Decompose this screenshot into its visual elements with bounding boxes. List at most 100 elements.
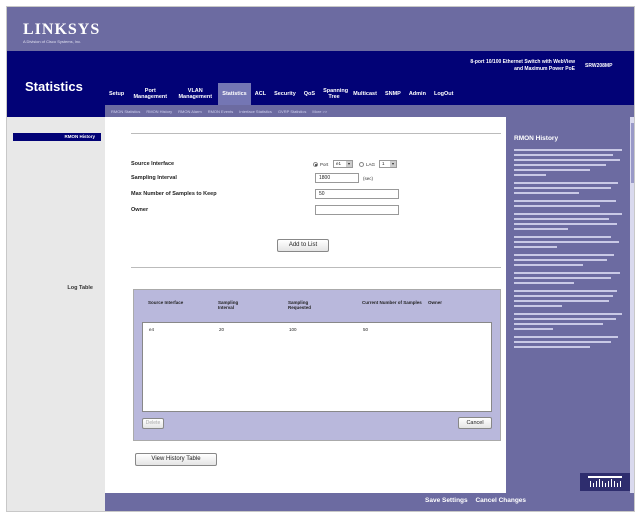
- header-brand-bar: LINKSYS A Division of Cisco Systems, Inc…: [7, 7, 634, 51]
- tab-acl[interactable]: ACL: [251, 91, 270, 97]
- tab-port-management[interactable]: Port Management: [128, 88, 172, 100]
- cell-current-samples: 50: [363, 327, 369, 332]
- add-to-list-button[interactable]: Add to List: [277, 239, 329, 252]
- tab-multicast[interactable]: Multicast: [349, 91, 381, 97]
- col-owner: Owner: [428, 300, 443, 305]
- linksys-logo: LINKSYS: [23, 21, 101, 38]
- port-select[interactable]: e1 ▾: [333, 160, 353, 168]
- sampling-interval-input[interactable]: 1800: [315, 173, 359, 183]
- col-sampling-requested: Sampling Requested: [288, 300, 312, 310]
- help-line: [514, 213, 622, 215]
- help-text: [514, 149, 622, 351]
- cancel-changes-link[interactable]: Cancel Changes: [475, 497, 526, 504]
- logo-tagline: A Division of Cisco Systems, Inc.: [23, 39, 82, 44]
- subtab-gvrp-statistics[interactable]: GVRP Statistics: [278, 109, 306, 114]
- navigation-area: 8-port 10/100 Ethernet Switch with WebVi…: [105, 51, 634, 117]
- view-history-table-button[interactable]: View History Table: [135, 453, 217, 466]
- help-line: [514, 305, 562, 307]
- sub-tabs: RMON Statistics RMON History RMON Alarm …: [105, 105, 634, 117]
- left-nav-rmon-history[interactable]: RMON History: [13, 133, 101, 141]
- cell-sampling-interval: 20: [219, 327, 225, 332]
- help-line: [514, 205, 601, 207]
- port-radio[interactable]: [313, 162, 318, 167]
- help-line: [514, 228, 568, 230]
- divider: [131, 267, 501, 268]
- subtab-rmon-alarm[interactable]: RMON Alarm: [178, 109, 202, 114]
- help-line: [514, 282, 575, 284]
- model-number: SRW208MP: [585, 63, 613, 69]
- left-column: RMON History Log Table: [7, 117, 105, 511]
- tab-statistics[interactable]: Statistics: [218, 83, 251, 105]
- cancel-button[interactable]: Cancel: [458, 417, 492, 429]
- save-settings-link[interactable]: Save Settings: [425, 497, 468, 504]
- sampling-interval-label: Sampling Interval: [131, 175, 177, 181]
- subtab-interface-statistics[interactable]: Interface Statistics: [239, 109, 272, 114]
- chevron-down-icon: ▾: [346, 161, 352, 167]
- sampling-interval-unit: (sec): [363, 176, 373, 181]
- port-radio-label: Port: [320, 162, 329, 167]
- help-line: [514, 246, 558, 248]
- max-samples-input[interactable]: 50: [315, 189, 399, 199]
- tab-snmp[interactable]: SNMP: [381, 91, 405, 97]
- help-line: [514, 300, 610, 302]
- help-line: [514, 341, 612, 343]
- scrollbar-thumb[interactable]: [631, 123, 634, 183]
- help-line: [514, 174, 547, 176]
- help-line: [514, 277, 612, 279]
- tab-logout[interactable]: LogOut: [430, 91, 458, 97]
- help-line: [514, 259, 607, 261]
- tab-qos[interactable]: QoS: [300, 91, 319, 97]
- help-scrollbar[interactable]: [630, 117, 634, 493]
- help-line: [514, 236, 612, 238]
- col-source-interface: Source Interface: [148, 300, 184, 305]
- lag-radio-label: LAG: [366, 162, 376, 167]
- port-select-value: e1: [336, 161, 342, 166]
- cell-sampling-requested: 100: [289, 327, 297, 332]
- subtab-rmon-statistics[interactable]: RMON Statistics: [111, 109, 140, 114]
- subtab-more[interactable]: More >>: [312, 109, 327, 114]
- subtab-rmon-history[interactable]: RMON History: [146, 109, 172, 114]
- log-table-label: Log Table: [67, 285, 93, 291]
- max-samples-label: Max Number of Samples to Keep: [131, 191, 217, 197]
- help-line: [514, 272, 620, 274]
- owner-label: Owner: [131, 207, 149, 213]
- divider: [131, 133, 501, 134]
- help-line: [514, 241, 619, 243]
- page-title-area: Statistics: [7, 51, 105, 117]
- help-line: [514, 218, 610, 220]
- help-line: [514, 159, 620, 161]
- tab-security[interactable]: Security: [270, 91, 300, 97]
- help-line: [514, 313, 622, 315]
- source-interface-label: Source Interface: [131, 161, 175, 167]
- lag-select[interactable]: 1 ▾: [379, 160, 397, 168]
- log-table: Source Interface Sampling Interval Sampl…: [133, 289, 501, 441]
- help-line: [514, 182, 618, 184]
- lag-select-value: 1: [382, 161, 385, 166]
- help-line: [514, 323, 603, 325]
- footer-left-spacer: [7, 493, 105, 511]
- main-tabs: Setup Port Management VLAN Management St…: [105, 83, 634, 105]
- help-line: [514, 328, 553, 330]
- tab-admin[interactable]: Admin: [405, 91, 430, 97]
- help-line: [514, 318, 616, 320]
- tab-setup[interactable]: Setup: [105, 91, 128, 97]
- subtab-rmon-events[interactable]: RMON Events: [208, 109, 234, 114]
- product-name: 8-port 10/100 Ethernet Switch with WebVi…: [345, 59, 575, 73]
- browser-page: LINKSYS A Division of Cisco Systems, Inc…: [6, 6, 635, 512]
- product-line-1: 8-port 10/100 Ethernet Switch with WebVi…: [470, 59, 575, 65]
- tab-spanning-tree[interactable]: Spanning Tree: [319, 88, 349, 100]
- log-table-header: Source Interface Sampling Interval Sampl…: [134, 300, 500, 320]
- help-line: [514, 290, 617, 292]
- help-line: [514, 223, 617, 225]
- tab-vlan-management[interactable]: VLAN Management: [172, 88, 218, 100]
- delete-button[interactable]: Delete: [142, 418, 164, 429]
- help-line: [514, 164, 606, 166]
- help-line: [514, 154, 614, 156]
- chevron-down-icon: ▾: [390, 161, 396, 167]
- help-title: RMON History: [514, 135, 559, 142]
- help-line: [514, 169, 590, 171]
- help-line: [514, 149, 622, 151]
- lag-radio[interactable]: [359, 162, 364, 167]
- owner-input[interactable]: [315, 205, 399, 215]
- help-line: [514, 295, 614, 297]
